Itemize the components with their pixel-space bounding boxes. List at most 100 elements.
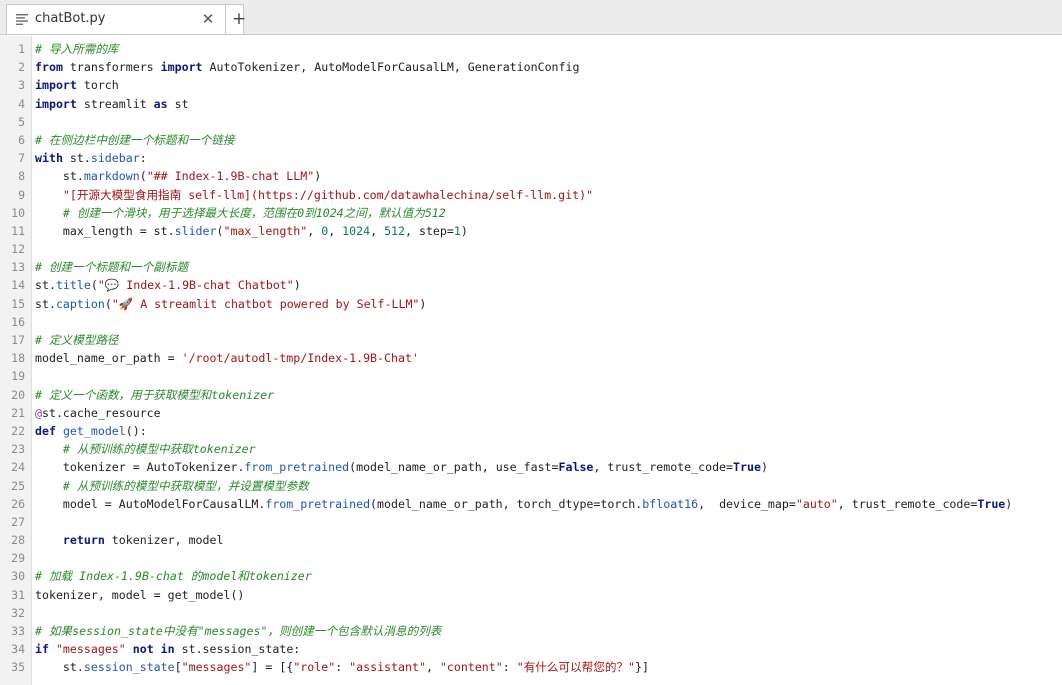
line-number: 28 <box>11 533 25 548</box>
code-line[interactable]: 2 from transformers import AutoTokenizer,… <box>0 58 1062 76</box>
code-editor[interactable]: 1 # 导入所需的库 2 from transformers import AutoT… <box>0 36 1062 685</box>
keyword-token: if <box>35 642 49 657</box>
string-token: "💬 Index-1.9B-chat Chatbot" <box>97 278 294 293</box>
string-token: "有什么可以帮您的？" <box>516 660 636 675</box>
code-line[interactable]: 23 # 从预训练的模型中获取tokenizer <box>0 440 1062 458</box>
code-text: from transformers import AutoTokenizer, … <box>35 58 579 76</box>
code-line[interactable]: 19 <box>0 367 1062 385</box>
line-number: 19 <box>11 369 25 384</box>
code-line[interactable]: 28 return tokenizer, model <box>0 531 1062 549</box>
code-line[interactable]: 1 # 导入所需的库 <box>0 40 1062 58</box>
string-token: "## Index-1.9B-chat LLM" <box>146 169 315 184</box>
code-line[interactable]: 6 # 在侧边栏中创建一个标题和一个链接 <box>0 131 1062 149</box>
file-lines-icon <box>16 14 28 25</box>
code-line[interactable]: 25 # 从预训练的模型中获取模型，并设置模型参数 <box>0 477 1062 495</box>
comment-token: # 在侧边栏中创建一个标题和一个链接 <box>35 132 235 147</box>
code-line[interactable]: 15 st.caption("🚀 A streamlit chatbot powe… <box>0 295 1062 313</box>
plain-token: , trust_remote_code= <box>837 496 978 511</box>
number-token: 1024 <box>342 223 371 238</box>
identifier-token: from_pretrained <box>244 460 350 475</box>
plain-token: ) <box>460 223 468 238</box>
keyword-token: return <box>62 533 105 548</box>
plain-token: (model_name_or_path, use_fast= <box>349 460 559 475</box>
code-line[interactable]: 20 # 定义一个函数，用于获取模型和tokenizer <box>0 386 1062 404</box>
code-line[interactable]: 7 with st.sidebar: <box>0 149 1062 167</box>
plain-token: }] <box>635 660 649 675</box>
code-line[interactable]: 17 # 定义模型路径 <box>0 331 1062 349</box>
code-line[interactable]: 30 # 加载 Index-1.9B-chat 的model和tokenizer <box>0 567 1062 585</box>
code-line[interactable]: 21 @st.cache_resource <box>0 404 1062 422</box>
code-line[interactable]: 11 max_length = st.slider("max_length", … <box>0 222 1062 240</box>
plain-token: : <box>502 660 517 675</box>
code-line[interactable]: 24 tokenizer = AutoTokenizer.from_pretra… <box>0 458 1062 476</box>
code-line[interactable]: 12 <box>0 240 1062 258</box>
line-number: 33 <box>11 624 25 638</box>
comment-token: # 从预训练的模型中获取tokenizer <box>62 442 256 457</box>
close-icon[interactable]: ✕ <box>199 10 217 28</box>
code-line[interactable]: 4 import streamlit as st <box>0 95 1062 113</box>
line-number: 21 <box>11 405 25 420</box>
decorator-token: @ <box>35 405 42 420</box>
code-text: # 创建一个标题和一个副标题 <box>35 258 188 276</box>
tab-chatbot-py[interactable]: chatBot.py ✕ + <box>6 4 246 34</box>
plain-token: st.session_state: <box>174 642 301 657</box>
tab-divider <box>225 5 226 34</box>
code-text: max_length = st.slider("max_length", 0, … <box>35 222 468 240</box>
plain-token: ) <box>419 296 427 311</box>
code-line[interactable]: 34 if "messages" not in st.session_state: <box>0 640 1062 658</box>
code-line[interactable]: 31 tokenizer, model = get_model() <box>0 586 1062 604</box>
code-line[interactable]: 26 model = AutoModelForCausalLM.from_pre… <box>0 495 1062 513</box>
identifier-token: sidebar <box>90 151 140 166</box>
code-line[interactable]: 14 st.title("💬 Index-1.9B-chat Chatbot") <box>0 276 1062 294</box>
code-line[interactable]: 9 "[开源大模型食用指南 self-llm](https://github.c… <box>0 186 1062 204</box>
line-number: 4 <box>18 96 25 111</box>
code-line[interactable]: 10 # 创建一个滑块，用于选择最大长度，范围在0到1024之间，默认值为512 <box>0 204 1062 222</box>
keyword-token: import <box>160 60 203 75</box>
plain-token: st. <box>35 660 84 675</box>
plain-token: tokenizer, model <box>104 533 224 548</box>
plain-token: ) <box>293 278 301 293</box>
code-line[interactable]: 5 <box>0 113 1062 131</box>
code-line[interactable]: 27 <box>0 513 1062 531</box>
code-text: import streamlit as st <box>35 95 189 113</box>
code-line[interactable]: 8 st.markdown("## Index-1.9B-chat LLM") <box>0 167 1062 185</box>
plain-token: , <box>425 660 440 675</box>
plain-token: , device_map= <box>698 496 796 511</box>
plain-token: st. <box>62 151 91 166</box>
string-token: "content" <box>439 660 503 675</box>
string-token: "messages" <box>55 642 126 657</box>
string-token: "messages" <box>181 660 252 675</box>
plain-token: , trust_remote_code= <box>593 460 734 475</box>
keyword-token: True <box>733 460 761 475</box>
keyword-token: import <box>35 78 77 93</box>
plain-token: [ <box>174 660 182 675</box>
line-number: 31 <box>11 587 25 602</box>
code-line[interactable]: 33 # 如果session_state中没有"messages"，则创建一个包含… <box>0 622 1062 640</box>
code-text: import torch <box>35 76 119 94</box>
code-text: tokenizer, model = get_model() <box>35 586 244 604</box>
line-number: 26 <box>11 496 25 511</box>
code-line[interactable]: 13 # 创建一个标题和一个副标题 <box>0 258 1062 276</box>
code-line[interactable]: 35 st.session_state["messages"] = [{"rol… <box>0 658 1062 676</box>
code-text: st.session_state["messages"] = [{"role":… <box>35 658 649 676</box>
string-token: "🚀 A streamlit chatbot powered by Self-L… <box>111 296 420 311</box>
plain-token: st <box>167 96 189 111</box>
line-number: 15 <box>11 296 25 311</box>
line-number: 34 <box>11 642 25 657</box>
string-token: "auto" <box>795 496 838 511</box>
line-number: 13 <box>11 260 25 275</box>
code-text: "[开源大模型食用指南 self-llm](https://github.com… <box>35 186 593 204</box>
code-line[interactable]: 22 def get_model(): <box>0 422 1062 440</box>
code-line[interactable]: 3 import torch <box>0 76 1062 94</box>
string-token: "role" <box>293 660 336 675</box>
line-number: 1 <box>18 42 25 56</box>
plus-icon[interactable]: + <box>229 7 249 31</box>
code-line[interactable]: 32 <box>0 604 1062 622</box>
code-line[interactable]: 18 model_name_or_path = '/root/autodl-tmp… <box>0 349 1062 367</box>
code-line[interactable]: 29 <box>0 549 1062 567</box>
plain-token: : <box>335 660 350 675</box>
plain-token: , <box>328 223 343 238</box>
code-line[interactable]: 16 <box>0 313 1062 331</box>
